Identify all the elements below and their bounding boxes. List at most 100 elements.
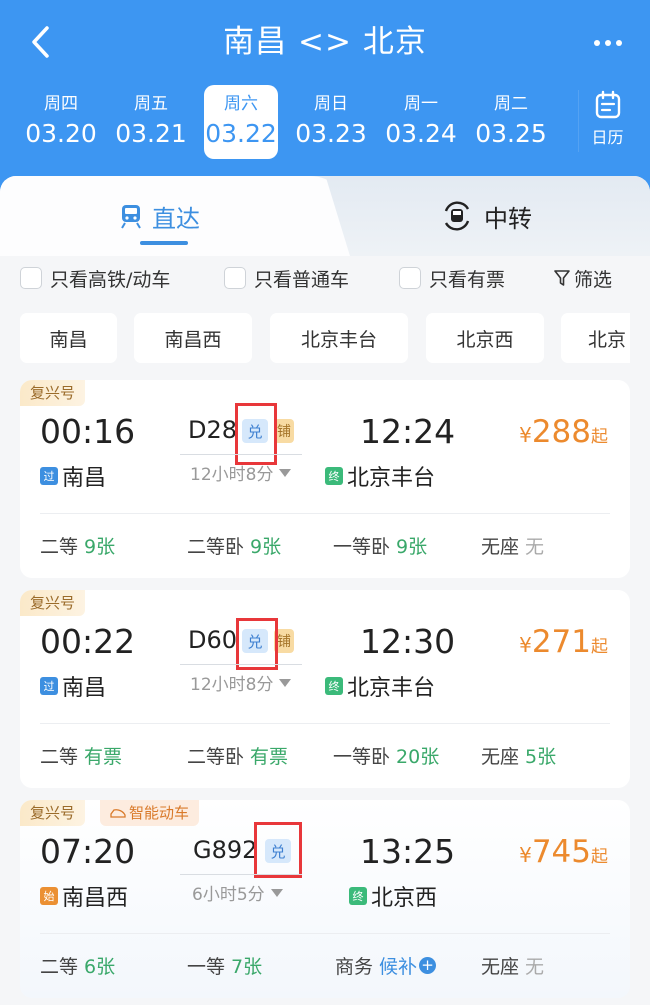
weekday: 周日 [314,94,348,114]
seat-class-name: 二等 [40,956,79,978]
date-item-selected[interactable]: 周六 03.22 [204,85,278,159]
duration[interactable]: 12小时8分 [190,460,292,485]
waitlist-link[interactable]: 候补 [379,952,417,979]
departure-station: 过 南昌 [40,670,106,702]
checkbox-label: 只看普通车 [254,268,350,291]
station-chips: 南昌 南昌西 北京丰台 北京西 北京 [20,313,630,363]
station-name: 北京丰台 [347,676,436,701]
checkbox-label: 只看有票 [429,268,506,291]
dropdown-triangle-icon [279,678,292,687]
more-dot [605,40,611,46]
sleeper-badge: 铺 [274,419,294,443]
checkbox-box[interactable] [20,267,42,289]
price-suffix: 起 [591,427,608,447]
more-dots-icon [594,40,600,46]
seat-count: 7张 [231,956,263,978]
tab-direct[interactable]: 直达 [120,196,200,236]
calendar-button[interactable]: 日历 [578,90,636,152]
seat-class: 二等 9张 [40,532,115,559]
divider [40,513,610,514]
more-button[interactable] [588,28,628,58]
filter-bar: 只看高铁/动车 只看普通车 只看有票 筛选 [20,262,640,294]
date-item[interactable]: 周日 03.23 [286,85,376,159]
duration[interactable]: 6小时5分 [192,880,283,905]
seat-class-name: 二等卧 [187,746,245,768]
checkbox-box[interactable] [224,267,246,289]
arrival-station: 终 北京丰台 [325,670,435,702]
train-number: D28 [188,416,238,444]
date-item[interactable]: 周五 03.21 [106,85,196,159]
station-chip[interactable]: 北京丰台 [270,313,408,363]
duration-text: 6小时5分 [192,885,265,905]
duration-text: 12小时8分 [190,465,274,485]
regular-only-checkbox[interactable]: 只看普通车 [224,265,349,292]
dropdown-triangle-icon [279,468,292,477]
date-strip: 周四 03.20 周五 03.21 周六 03.22 周日 03.23 周一 03.24 … [16,85,576,159]
divider [40,933,610,934]
arrival-time: 13:25 [360,832,456,871]
duration[interactable]: 12小时8分 [190,670,292,695]
currency: ¥ [519,843,532,867]
seat-class-name: 一等卧 [333,746,391,768]
high-speed-only-checkbox[interactable]: 只看高铁/动车 [20,265,170,292]
seat-count: 20张 [396,746,440,768]
pass-badge: 过 [40,467,58,485]
train-number: D60 [188,626,238,654]
train-card[interactable]: 复兴号 智能动车 07:20 G892 兑 6小时5分 13:25 始 南昌西 … [20,800,630,998]
seat-count: 有票 [84,746,123,768]
seat-class: 一等 7张 [187,952,262,979]
seat-count: 9张 [250,536,282,558]
train-type-tag: 复兴号 [20,590,86,616]
seat-class: 无座无 [481,952,544,979]
seat-count: 6张 [84,956,116,978]
station-chip[interactable]: 北京西 [426,313,544,363]
date: 03.23 [295,119,367,148]
date-item[interactable]: 周一 03.24 [376,85,466,159]
filter-button[interactable]: 筛选 [554,265,612,292]
seat-class: 一等卧 20张 [333,742,439,769]
route-line [180,874,302,875]
pass-badge: 过 [40,677,58,695]
price-amount: 745 [531,834,591,870]
filter-label: 筛选 [574,268,613,291]
route-line [180,454,302,455]
station-chip[interactable]: 南昌西 [134,313,252,363]
date: 03.21 [115,119,187,148]
date: 03.20 [25,119,97,148]
station-chip[interactable]: 南昌 [20,313,117,363]
available-only-checkbox[interactable]: 只看有票 [399,265,505,292]
page-title: 南昌 <> 北京 [223,24,427,60]
highlight-box [236,618,278,670]
highlight-box [235,403,277,465]
seat-class: 二等卧 9张 [187,532,281,559]
tab-transfer[interactable]: 中转 [440,196,532,236]
add-waitlist-icon[interactable]: + [419,957,437,974]
departure-time: 07:20 [40,832,136,871]
date-item[interactable]: 周二 03.25 [466,85,556,159]
seat-count: 5张 [525,746,557,768]
weekday: 周五 [134,94,168,114]
date-item[interactable]: 周四 03.20 [16,85,106,159]
seat-class-name: 无座 [481,746,520,768]
seat-count: 9张 [396,536,428,558]
active-tab-indicator [140,241,188,245]
seat-class[interactable]: 商务 候补 + [335,952,437,979]
duration-text: 12小时8分 [190,675,274,695]
header: 南昌 <> 北京 周四 03.20 周五 03.21 周六 03.22 周日 03.23… [0,0,650,200]
weekday: 周一 [404,94,438,114]
price: ¥ 271 起 [519,624,608,660]
divider [40,723,610,724]
arrival-time: 12:30 [360,622,456,661]
checkbox-box[interactable] [399,267,421,289]
station-name: 南昌西 [62,886,129,911]
train-card[interactable]: 复兴号 00:22 D60 兑 铺 12小时8分 12:30 过 南昌 终 北京… [20,590,630,788]
station-chip[interactable]: 北京 [561,313,630,363]
checkbox-label: 只看高铁/动车 [50,268,171,291]
terminal-badge: 终 [349,887,367,905]
train-card[interactable]: 复兴号 00:16 D28 兑 铺 12小时8分 12:24 过 南昌 终 北京… [20,380,630,578]
seat-class: 无座无 [481,532,544,559]
price-suffix: 起 [591,847,608,867]
train-type-tag: 复兴号 [20,380,86,406]
arrival-time: 12:24 [360,412,456,451]
origin-badge: 始 [40,887,58,905]
